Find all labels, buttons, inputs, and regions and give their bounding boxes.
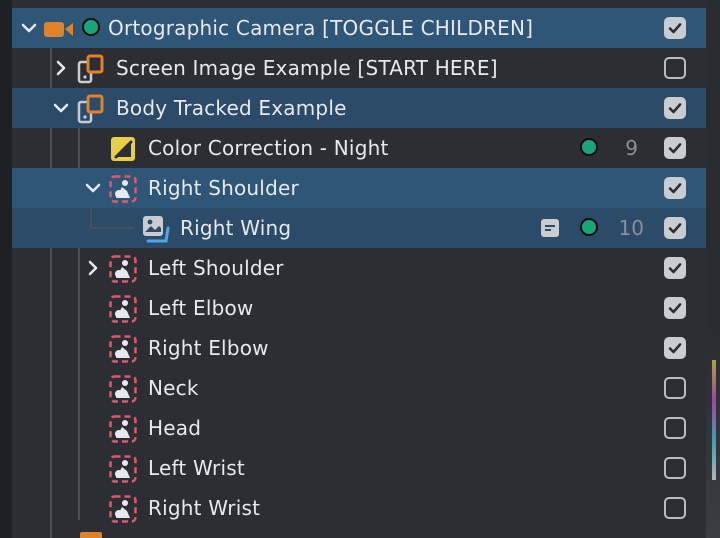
tree-row-left-shoulder[interactable]: Left Shoulder [12,248,706,288]
body-joint-icon [108,494,138,524]
tree-row-left-elbow[interactable]: Left Elbow [12,288,706,328]
tree-guide-line [90,208,92,228]
visibility-checkbox[interactable] [664,257,686,279]
left-gutter [0,0,12,538]
tree-row-label: Color Correction - Night [148,136,389,160]
tree-row-screen-image-example[interactable]: Screen Image Example [START HERE] [12,48,706,88]
status-dot [580,218,598,236]
camera-icon [42,14,76,44]
tree-row-label: Screen Image Example [START HERE] [116,56,498,80]
visibility-checkbox[interactable] [664,137,686,159]
status-dot [82,18,100,36]
body-joint-icon [108,334,138,364]
visibility-checkbox[interactable] [664,417,686,439]
chevron-right-icon[interactable] [84,259,102,277]
tree-row-label: Left Shoulder [148,256,284,280]
chevron-down-icon[interactable] [84,179,102,197]
viewport-edge [706,0,720,538]
tree-row-right-wing[interactable]: Right Wing 10 [12,208,706,248]
visibility-checkbox[interactable] [664,457,686,479]
visibility-checkbox[interactable] [664,17,686,39]
visibility-checkbox[interactable] [664,337,686,359]
chevron-down-icon[interactable] [52,99,70,117]
body-joint-icon [108,174,138,204]
render-order-count: 9 [625,136,638,160]
visibility-checkbox[interactable] [664,377,686,399]
visibility-checkbox[interactable] [664,217,686,239]
note-icon[interactable] [540,218,560,238]
visibility-checkbox[interactable] [664,497,686,519]
tree-row-label: Ortographic Camera [TOGGLE CHILDREN] [108,16,534,40]
render-order-count: 10 [618,216,644,240]
tree-row-right-wrist[interactable]: Right Wrist [12,488,706,528]
color-correction-icon [108,134,138,164]
tree-row-orthographic-camera[interactable]: Ortographic Camera [TOGGLE CHILDREN] [12,8,706,48]
device-object-icon [76,94,106,124]
tree-row-right-elbow[interactable]: Right Elbow [12,328,706,368]
device-object-icon [76,54,106,84]
tree-row-left-wrist[interactable]: Left Wrist [12,448,706,488]
tree-row-label: Right Wrist [148,496,261,520]
tree-row-right-shoulder[interactable]: Right Shoulder [12,168,706,208]
tree-row-label: Body Tracked Example [116,96,347,120]
tree-row-label: Left Elbow [148,296,254,320]
tree-row-color-correction[interactable]: Color Correction - Night 9 [12,128,706,168]
tree-row-head[interactable]: Head [12,408,706,448]
scene-hierarchy-tree: Ortographic Camera [TOGGLE CHILDREN] Scr… [12,8,706,538]
tree-row-label: Right Wing [180,216,292,240]
tree-row-label: Left Wrist [148,456,245,480]
body-joint-icon [108,454,138,484]
tree-row-body-tracked-example[interactable]: Body Tracked Example [12,88,706,128]
visibility-checkbox[interactable] [664,97,686,119]
visibility-checkbox[interactable] [664,177,686,199]
tree-guide-line [90,227,134,229]
chevron-right-icon[interactable] [52,59,70,77]
body-joint-icon [108,294,138,324]
visibility-checkbox[interactable] [664,57,686,79]
tree-row-label: Right Elbow [148,336,269,360]
body-joint-icon [108,374,138,404]
tree-row-label: Right Shoulder [148,176,299,200]
tree-row-label: Head [148,416,202,440]
next-row-icon-partial [80,532,102,538]
visibility-checkbox[interactable] [664,297,686,319]
tree-row-neck[interactable]: Neck [12,368,706,408]
body-joint-icon [108,414,138,444]
tree-row-label: Neck [148,376,199,400]
chevron-down-icon[interactable] [20,19,38,37]
image-layer-icon [140,214,170,244]
body-joint-icon [108,254,138,284]
